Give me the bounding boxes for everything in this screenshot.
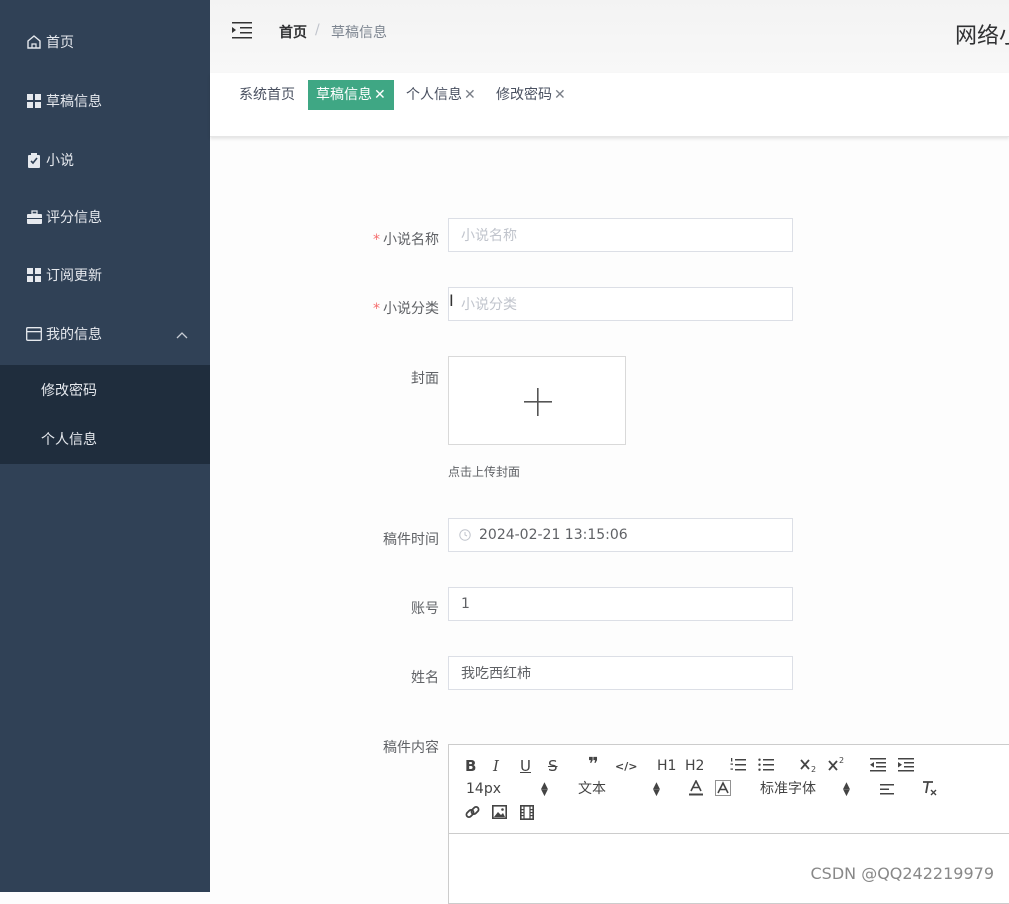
close-icon[interactable]: ✕	[554, 87, 566, 103]
briefcase-icon	[26, 209, 42, 225]
required-mark: *	[373, 232, 380, 248]
sidebar-item-drafts[interactable]: 草稿信息	[0, 76, 210, 126]
novel-name-input[interactable]: 小说名称	[448, 218, 793, 252]
sidebar-item-subscriptions[interactable]: 订阅更新	[0, 250, 210, 300]
ordered-list-icon[interactable]	[730, 757, 746, 776]
background-color-icon[interactable]	[715, 780, 731, 800]
tag-label: 系统首页	[239, 87, 295, 103]
tag-system-home[interactable]: 系统首页	[239, 80, 295, 110]
top-navbar: 首页 / 草稿信息 网络小	[210, 0, 1009, 73]
breadcrumb-separator: /	[315, 22, 320, 38]
sidebar-item-label: 小说	[46, 153, 74, 169]
subscript-icon[interactable]: 2	[800, 757, 818, 777]
sidebar-item-label: 草稿信息	[46, 94, 102, 110]
content-label: 稿件内容	[383, 740, 439, 756]
novel-category-label: * 小说分类	[289, 298, 439, 318]
account-input[interactable]: 1	[448, 587, 793, 621]
card-icon	[26, 326, 42, 342]
submenu-item-personal-info[interactable]: 个人信息	[0, 414, 210, 463]
required-mark: *	[373, 301, 380, 317]
home-icon	[26, 34, 42, 50]
label-text: 小说名称	[383, 232, 439, 248]
sidebar-item-novel[interactable]: 小说	[0, 135, 210, 185]
menu-fold-icon[interactable]	[232, 21, 252, 39]
image-icon[interactable]	[492, 805, 507, 823]
text-cursor-icon: I	[449, 291, 454, 310]
tag-label: 个人信息	[406, 87, 462, 103]
name-input[interactable]: 我吃西红柿	[448, 656, 793, 690]
select-arrows-icon: ▲ ▼	[653, 781, 660, 798]
tags-view: 系统首页 草稿信息 ✕ 个人信息 ✕ 修改密码 ✕	[210, 73, 1009, 137]
sidebar-item-my-info[interactable]: 我的信息	[0, 309, 210, 359]
align-icon[interactable]	[880, 782, 894, 800]
tag-change-password[interactable]: 修改密码 ✕	[496, 80, 566, 110]
tag-drafts[interactable]: 草稿信息 ✕	[308, 80, 394, 110]
video-icon[interactable]	[520, 805, 534, 824]
breadcrumb-current: 草稿信息	[331, 25, 387, 41]
submenu-item-label: 个人信息	[41, 431, 97, 448]
draft-time-label: 稿件时间	[383, 532, 439, 548]
font-color-icon[interactable]	[689, 779, 703, 800]
breadcrumb-home[interactable]: 首页	[279, 22, 307, 42]
close-icon[interactable]: ✕	[374, 87, 386, 103]
italic-button[interactable]: I	[493, 757, 499, 775]
tag-label: 修改密码	[496, 87, 552, 103]
link-icon[interactable]	[465, 805, 480, 824]
account-label: 账号	[411, 601, 439, 617]
plus-icon	[524, 388, 552, 416]
svg-text:2: 2	[839, 756, 844, 765]
indent-icon[interactable]	[898, 757, 914, 776]
sidebar-item-ratings[interactable]: 评分信息	[0, 192, 210, 242]
svg-text:2: 2	[811, 765, 816, 773]
draft-time-picker[interactable]: 2024-02-21 13:15:06	[448, 518, 793, 552]
cover-uploader[interactable]	[448, 356, 626, 445]
draft-time-value: 2024-02-21 13:15:06	[479, 527, 628, 543]
superscript-icon[interactable]: 2	[828, 756, 846, 776]
chevron-up-icon	[176, 327, 188, 343]
clear-format-icon[interactable]	[922, 780, 938, 800]
sidebar: 首页 草稿信息 小说 评分信息 订阅更新 我的信息 修改密码 个人信息	[0, 0, 210, 892]
label-text: 小说分类	[383, 301, 439, 317]
upload-tip: 点击上传封面	[448, 465, 521, 479]
clock-icon	[459, 529, 471, 541]
close-icon[interactable]: ✕	[464, 87, 476, 103]
select-arrows-icon: ▲ ▼	[541, 781, 548, 798]
code-block-button[interactable]: </>	[615, 758, 637, 776]
submenu-my-info: 修改密码 个人信息	[0, 365, 210, 464]
tag-personal-info[interactable]: 个人信息 ✕	[406, 80, 476, 110]
novel-name-label: * 小说名称	[289, 229, 439, 249]
header2-button[interactable]: H2	[685, 757, 704, 775]
bullet-list-icon[interactable]	[758, 757, 774, 776]
text-type-select[interactable]: 文本	[578, 780, 606, 798]
blockquote-button[interactable]: ❞	[588, 756, 599, 774]
strike-button[interactable]: S	[548, 757, 558, 775]
outdent-icon[interactable]	[870, 757, 886, 776]
submenu-item-change-password[interactable]: 修改密码	[0, 365, 210, 414]
grid-icon	[26, 267, 42, 283]
watermark: CSDN @QQ242219979	[810, 864, 994, 883]
font-family-select[interactable]: 标准字体	[760, 780, 816, 798]
underline-button[interactable]: U	[520, 757, 531, 775]
header1-button[interactable]: H1	[657, 757, 676, 775]
sidebar-item-label: 订阅更新	[46, 268, 102, 284]
name-label: 姓名	[411, 670, 439, 686]
bold-button[interactable]: B	[465, 757, 476, 775]
grid-icon	[26, 93, 42, 109]
tag-label: 草稿信息	[316, 87, 372, 103]
site-title: 网络小	[955, 24, 1009, 49]
sidebar-item-label: 我的信息	[46, 327, 102, 343]
sidebar-item-label: 首页	[46, 35, 74, 51]
editor-toolbar: B I U S ❞ </> H1 H2 2 2 14px ▲ ▼ 文本 ▲ ▼ …	[449, 745, 1009, 834]
cover-label: 封面	[411, 371, 439, 387]
sidebar-item-label: 评分信息	[46, 210, 102, 226]
clipboard-check-icon	[26, 152, 42, 168]
novel-category-input[interactable]: 小说分类	[448, 287, 793, 321]
submenu-item-label: 修改密码	[41, 382, 97, 399]
font-size-select[interactable]: 14px	[466, 780, 501, 798]
sidebar-item-home[interactable]: 首页	[0, 17, 210, 67]
select-arrows-icon: ▲ ▼	[843, 781, 850, 798]
